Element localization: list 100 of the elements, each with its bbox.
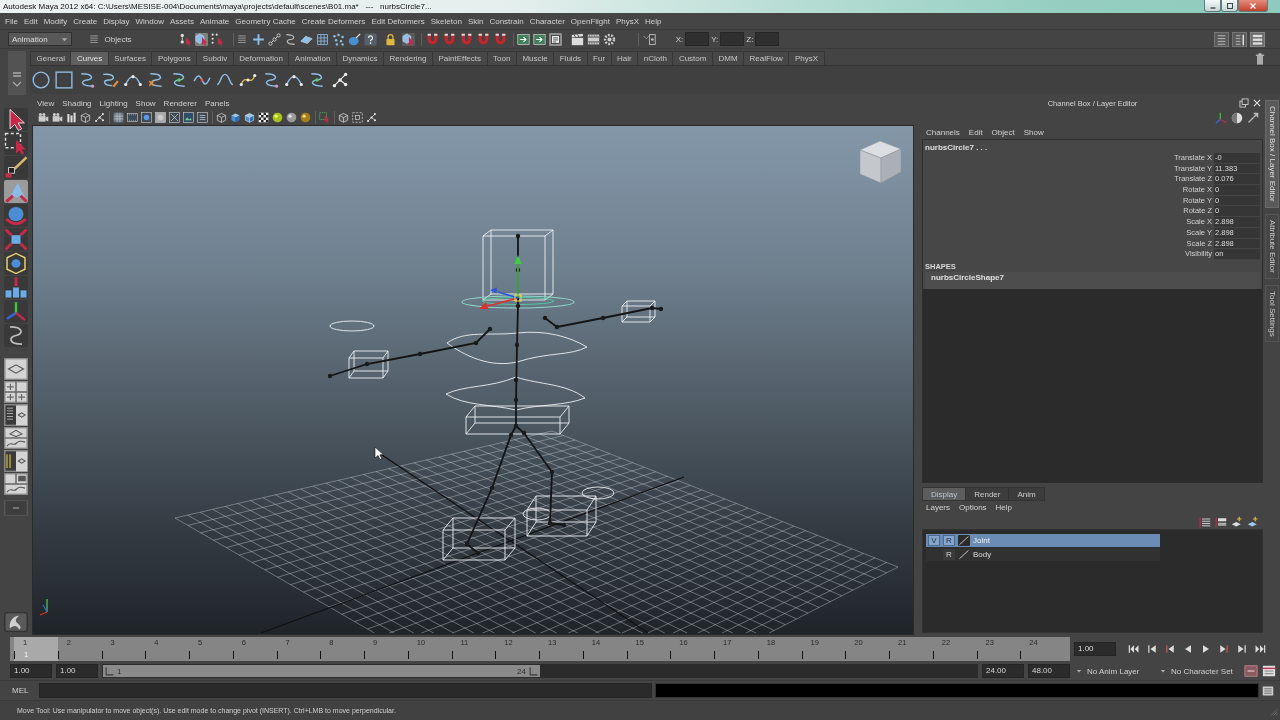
caret-icon[interactable]: [61, 35, 68, 43]
range-slider-track[interactable]: 1 24: [102, 664, 978, 678]
menu-item[interactable]: Edit: [23, 16, 38, 26]
menu-item[interactable]: Create: [73, 16, 98, 26]
menu-item[interactable]: File: [5, 16, 18, 26]
graph-layout-icon[interactable]: [3, 427, 28, 449]
wireframe-cube-icon[interactable]: [80, 112, 91, 123]
sphere-icon[interactable]: [286, 112, 297, 123]
coordinate-input-field[interactable]: [755, 32, 780, 46]
outliner-layout-icon[interactable]: [3, 404, 28, 426]
menu-item[interactable]: Create Deformers: [301, 16, 366, 26]
cube-cursor-icon[interactable]: [402, 32, 416, 46]
cube-arrows-icon[interactable]: [3, 228, 28, 251]
maximize-button[interactable]: [1221, 0, 1238, 12]
single-pane-layout-icon[interactable]: [3, 358, 28, 380]
menu-item[interactable]: Geometry Cache: [235, 16, 296, 26]
move-manipulator[interactable]: [479, 255, 522, 309]
layer-row[interactable]: R Body: [926, 548, 1160, 561]
maximize-icon[interactable]: [1225, 1, 1234, 10]
nodes-icon[interactable]: [331, 71, 349, 89]
menu-item[interactable]: Constrain: [489, 16, 524, 26]
list-icon[interactable]: [89, 34, 99, 44]
wireframe-cube-icon[interactable]: [216, 112, 227, 123]
start-time-field[interactable]: 1.00: [10, 664, 52, 678]
trash-icon[interactable]: [1254, 53, 1266, 65]
channel-box-menu-item[interactable]: Edit: [968, 127, 983, 137]
shape-name[interactable]: nurbsCircleShape7: [925, 271, 1260, 289]
step-back-key-icon[interactable]: [1146, 643, 1158, 655]
lines-tile-icon[interactable]: [197, 112, 208, 123]
nodes-icon[interactable]: [366, 112, 377, 123]
sphere-icon[interactable]: [300, 112, 311, 123]
close-button[interactable]: [1238, 0, 1268, 12]
layer-row[interactable]: V R Joint: [926, 534, 1160, 547]
close-icon[interactable]: [1252, 98, 1262, 108]
side-tab[interactable]: Attribute Editor: [1265, 213, 1279, 279]
layer-menu-item[interactable]: Options: [959, 503, 987, 512]
sphere-icon[interactable]: [272, 112, 283, 123]
dots-cursor-icon[interactable]: [210, 32, 224, 46]
character-set-dropdown[interactable]: No Character Set: [1160, 666, 1240, 676]
visibility-toggle[interactable]: V: [928, 535, 940, 546]
film-strip-icon[interactable]: [127, 112, 138, 123]
plus-icon[interactable]: [252, 32, 266, 46]
playback-start-field[interactable]: 1.00: [56, 664, 98, 678]
layer-name[interactable]: Joint: [973, 536, 990, 545]
shelf-tab[interactable]: Polygons: [151, 51, 198, 65]
curve-icon[interactable]: [170, 71, 188, 89]
particles-icon[interactable]: [332, 32, 346, 46]
channel-box-menu-item[interactable]: Object: [991, 127, 1015, 137]
sheet-icon[interactable]: [1214, 31, 1229, 47]
go-to-start-icon[interactable]: [1128, 643, 1140, 655]
cube-cursor-icon[interactable]: [194, 32, 208, 46]
joint-chain-icon[interactable]: [268, 32, 282, 46]
curve-icon[interactable]: [78, 71, 96, 89]
crossed-tile-icon[interactable]: [169, 112, 180, 123]
menu-item[interactable]: Window: [135, 16, 164, 26]
image-icon[interactable]: [183, 112, 194, 123]
menu-item[interactable]: Skin: [467, 16, 484, 26]
magnet-icon[interactable]: [443, 32, 457, 46]
nodes-icon[interactable]: [94, 112, 105, 123]
layer-menu-item[interactable]: Layers: [926, 503, 950, 512]
hierarchy-cursor-icon[interactable]: [178, 32, 192, 46]
display-type-toggle[interactable]: R: [943, 535, 955, 546]
shelf-menu-icon[interactable]: [8, 51, 26, 95]
question-mark-icon[interactable]: [364, 32, 378, 46]
coordinate-input-field[interactable]: [720, 32, 745, 46]
shelf-tab[interactable]: Dynamics: [335, 51, 385, 65]
script-editor-icon[interactable]: [1262, 684, 1274, 697]
go-to-end-icon[interactable]: [1254, 643, 1266, 655]
lasso-icon[interactable]: [3, 132, 28, 155]
object-name[interactable]: nurbsCircle7 . . .: [925, 142, 988, 153]
sphere-arc-icon[interactable]: [3, 204, 28, 227]
document-icon[interactable]: [549, 32, 563, 46]
magnet-icon[interactable]: [494, 32, 508, 46]
panel-menu-item[interactable]: Lighting: [99, 98, 128, 108]
minus-tile-icon[interactable]: [3, 500, 28, 516]
step-forward-key-icon[interactable]: [1236, 643, 1248, 655]
panel-menu-item[interactable]: View: [37, 98, 55, 108]
layer-color-swatch-icon[interactable]: [958, 549, 970, 560]
hexagon-dot-icon[interactable]: [3, 252, 28, 275]
square-icon[interactable]: [55, 71, 73, 89]
shelf-tab[interactable]: Curves: [70, 51, 109, 65]
clapperboard-icon[interactable]: [571, 32, 585, 46]
new-layer-icon[interactable]: [1247, 515, 1259, 528]
camera-icon[interactable]: [52, 112, 63, 123]
channel-box-menu-item[interactable]: Show: [1023, 127, 1044, 137]
minus-tile-icon[interactable]: [1244, 664, 1258, 678]
coordinate-input-field[interactable]: [685, 32, 710, 46]
grid-icon[interactable]: [113, 112, 124, 123]
logo-icon[interactable]: [3, 612, 28, 632]
layer-menu-item[interactable]: Help: [995, 503, 1013, 512]
layer-stack-icon[interactable]: [1215, 515, 1227, 528]
menu-item[interactable]: Modify: [43, 16, 68, 26]
step-back-frame-icon[interactable]: [1164, 643, 1176, 655]
channel-box-menu-item[interactable]: Channels: [926, 127, 960, 137]
sliders-icon[interactable]: [1232, 31, 1247, 47]
camera-icon[interactable]: [38, 112, 49, 123]
paintbrush-icon[interactable]: [3, 156, 28, 179]
menu-item[interactable]: Help: [645, 16, 662, 26]
curve-icon[interactable]: [308, 71, 326, 89]
shelf-tab[interactable]: PhysX: [788, 51, 825, 65]
